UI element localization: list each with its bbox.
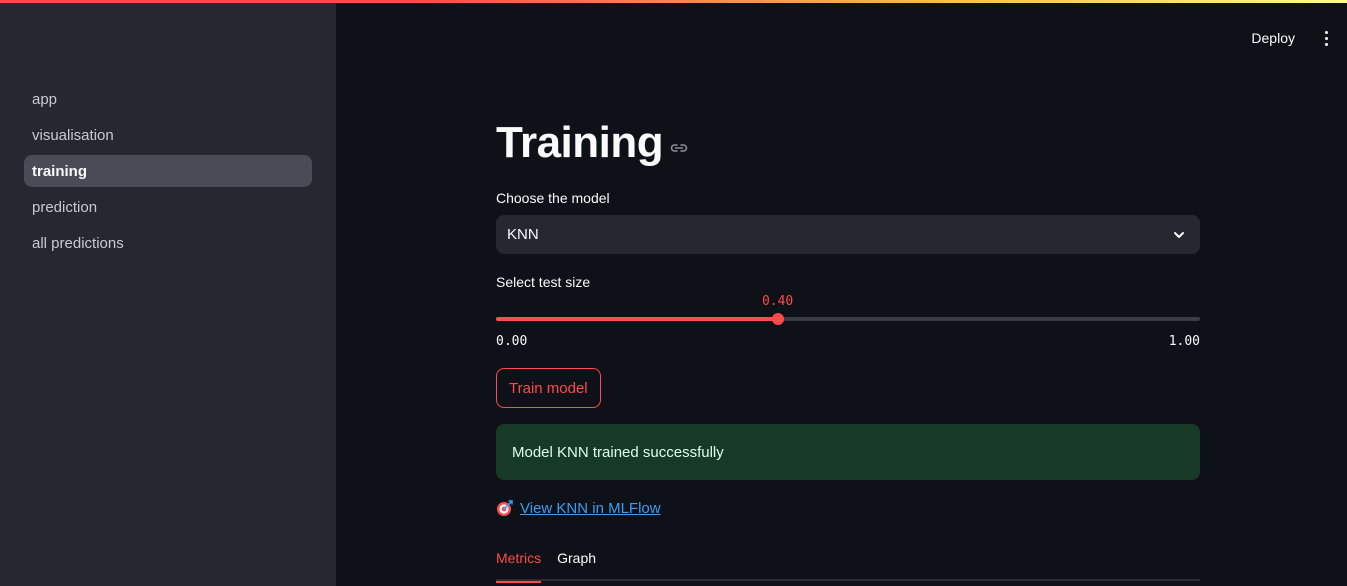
- link-icon[interactable]: [669, 141, 689, 155]
- sidebar-item-training[interactable]: training: [24, 155, 312, 187]
- deploy-button[interactable]: Deploy: [1239, 22, 1307, 54]
- vertical-ellipsis-icon: [1324, 42, 1328, 46]
- top-decoration-bar: [0, 0, 1347, 3]
- slider-value-label: 0.40: [761, 294, 794, 309]
- slider-fill: [496, 317, 778, 321]
- sidebar-item-prediction[interactable]: prediction: [24, 191, 312, 223]
- slider-min-label: 0.00: [496, 334, 528, 349]
- slider-thumb[interactable]: [771, 313, 784, 325]
- target-icon: [497, 500, 513, 516]
- success-message: Model KNN trained successfully: [512, 443, 724, 461]
- model-select-label: Choose the model: [496, 190, 610, 206]
- mlflow-link-label: View KNN in MLFlow: [520, 499, 661, 517]
- train-model-button[interactable]: Train model: [496, 368, 601, 408]
- test-size-label: Select test size: [496, 274, 591, 290]
- test-size-slider[interactable]: [496, 313, 1200, 325]
- sidebar-item-visualisation[interactable]: visualisation: [24, 119, 312, 151]
- page-title: Training: [496, 118, 664, 167]
- main-menu-button[interactable]: [1313, 22, 1339, 54]
- model-select-value: KNN: [507, 226, 539, 243]
- vertical-ellipsis-icon: [1324, 30, 1328, 34]
- success-alert: Model KNN trained successfully: [496, 424, 1200, 480]
- sidebar-item-all-predictions[interactable]: all predictions: [24, 227, 312, 259]
- slider-max-label: 1.00: [1168, 334, 1200, 349]
- mlflow-link[interactable]: View KNN in MLFlow: [496, 499, 661, 517]
- vertical-ellipsis-icon: [1324, 36, 1328, 40]
- title-row: Training: [496, 118, 689, 168]
- sidebar-nav: app visualisation training prediction al…: [24, 83, 312, 263]
- tab-graph[interactable]: Graph: [557, 545, 596, 581]
- sidebar-item-app[interactable]: app: [24, 83, 312, 115]
- chevron-down-icon: [1174, 231, 1184, 238]
- sidebar: app visualisation training prediction al…: [0, 0, 336, 586]
- model-select[interactable]: KNN: [496, 215, 1200, 254]
- tab-metrics[interactable]: Metrics: [496, 545, 542, 583]
- header-toolbar: Deploy: [1239, 22, 1347, 54]
- result-tabs: Metrics Graph: [496, 545, 1200, 583]
